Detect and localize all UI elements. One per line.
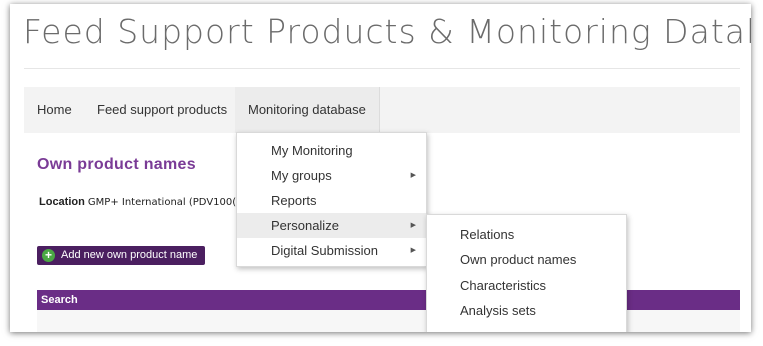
submenu-item-label: Characteristics (460, 278, 546, 293)
add-button-label: Add new own product name (61, 249, 198, 261)
nav-monitoring-database[interactable]: Monitoring database (235, 87, 380, 133)
menu-item-reports[interactable]: Reports (237, 188, 426, 213)
location-value: GMP+ International (PDV100( (87, 197, 237, 208)
triangle-right-icon: ▶ (410, 172, 416, 179)
monitoring-dropdown-menu: My Monitoring My groups ▶ Reports Person… (236, 132, 427, 267)
nav-feed-support-products[interactable]: Feed support products (97, 87, 227, 133)
search-label: Search (41, 294, 78, 306)
add-own-product-name-button[interactable]: + Add new own product name (37, 246, 205, 265)
triangle-right-icon: ▶ (410, 247, 416, 254)
menu-item-personalize[interactable]: Personalize ▶ (237, 213, 426, 238)
menu-item-my-groups[interactable]: My groups ▶ (237, 163, 426, 188)
location-label: Location (39, 196, 85, 208)
menu-item-label: My groups (271, 168, 332, 183)
personalize-submenu: Relations Own product names Characterist… (426, 214, 627, 332)
submenu-item-label: Relations (460, 227, 515, 242)
search-panel-body (37, 310, 740, 332)
submenu-item-analysis-sets[interactable]: Analysis sets (427, 298, 626, 323)
submenu-item-label: Analysis sets (460, 303, 536, 318)
menu-item-label: Personalize (271, 218, 339, 233)
submenu-item-own-product-names[interactable]: Own product names (427, 247, 626, 272)
triangle-right-icon: ▶ (410, 222, 416, 229)
submenu-item-characteristics[interactable]: Characteristics (427, 273, 626, 298)
menu-item-label: Reports (271, 193, 317, 208)
submenu-item-label: Own product names (460, 252, 577, 267)
browser-frame: Feed Support Products & Monitoring Datab… (10, 4, 751, 332)
menu-item-label: Digital Submission (271, 243, 378, 258)
search-panel-header[interactable]: Search (37, 290, 740, 310)
menu-item-label: My Monitoring (271, 143, 353, 158)
menu-item-digital-submission[interactable]: Digital Submission ▶ (237, 238, 426, 263)
location-line: Location GMP+ International (PDV100( (39, 196, 236, 208)
menu-item-my-monitoring[interactable]: My Monitoring (237, 138, 426, 163)
plus-circle-icon: + (42, 249, 55, 262)
site-title: Feed Support Products & Monitoring Datab… (23, 12, 751, 51)
nav-home[interactable]: Home (37, 87, 72, 133)
main-navbar: Home Feed support products Monitoring da… (24, 87, 740, 133)
title-divider (24, 68, 740, 69)
page-title: Own product names (37, 156, 196, 173)
submenu-item-relations[interactable]: Relations (427, 222, 626, 247)
